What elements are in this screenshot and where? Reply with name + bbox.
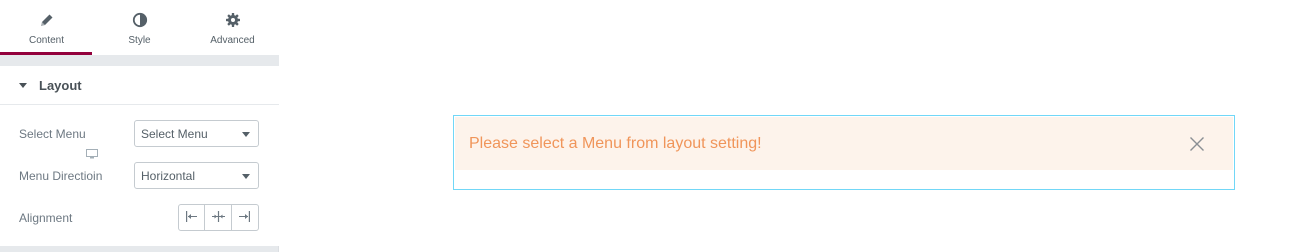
pencil-icon (39, 12, 55, 28)
tab-label: Content (28, 35, 65, 46)
divider (0, 55, 279, 66)
section-title: Layout (39, 77, 82, 93)
alignment-label: Alignment (19, 211, 73, 225)
half-circle-icon (132, 12, 148, 28)
desktop-icon[interactable] (86, 146, 98, 159)
align-center-button[interactable] (205, 205, 232, 230)
align-right-icon (238, 209, 251, 227)
select-menu-value: Select Menu (141, 126, 208, 141)
close-icon[interactable] (1189, 136, 1205, 152)
align-center-icon (211, 209, 225, 227)
tab-label: Advanced (210, 35, 255, 46)
section-header-layout[interactable]: Layout (0, 66, 279, 105)
menu-direction-label: Menu Directioin (19, 169, 103, 183)
notice-message: Please select a Menu from layout setting… (469, 134, 762, 152)
notice-alert: Please select a Menu from layout setting… (455, 117, 1233, 170)
alignment-choices (178, 204, 259, 231)
chevron-down-icon (242, 132, 250, 137)
panel-tabs: Content Style Advanced (0, 0, 279, 55)
align-left-icon (185, 209, 198, 227)
menu-direction-value: Horizontal (141, 168, 196, 183)
menu-direction-dropdown[interactable]: Horizontal (134, 162, 259, 189)
gear-icon (225, 12, 241, 28)
menu-widget-preview[interactable]: Please select a Menu from layout setting… (453, 115, 1235, 190)
editor-panel: Content Style Advanced Layout Select Men… (0, 0, 279, 252)
chevron-down-icon (242, 174, 250, 179)
align-right-button[interactable] (232, 205, 258, 230)
tab-content[interactable]: Content (0, 0, 93, 55)
select-menu-label: Select Menu (19, 127, 86, 141)
tab-advanced[interactable]: Advanced (186, 0, 279, 55)
tab-style[interactable]: Style (93, 0, 186, 55)
caret-down-icon (19, 82, 27, 88)
align-left-button[interactable] (179, 205, 206, 230)
select-menu-dropdown[interactable]: Select Menu (134, 120, 259, 147)
tab-label: Style (128, 35, 151, 46)
